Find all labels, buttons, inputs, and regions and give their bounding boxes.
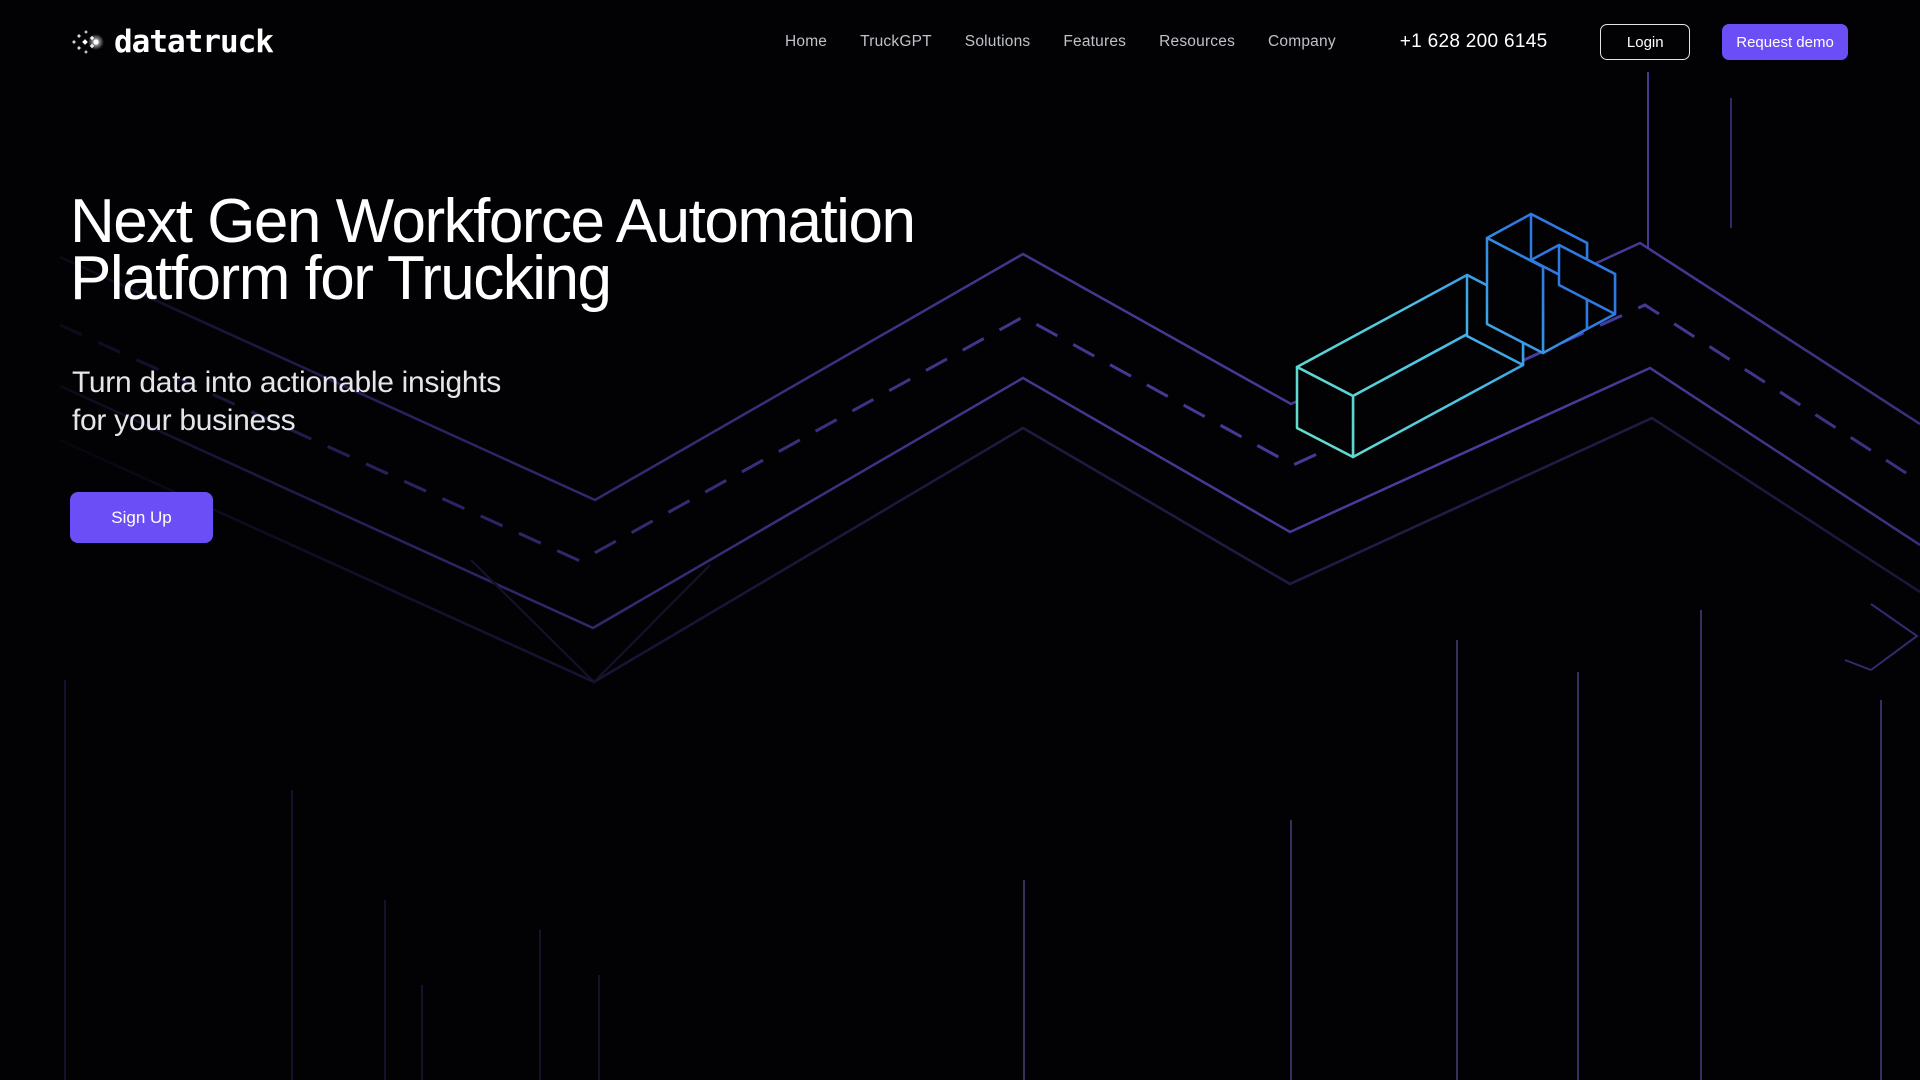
page-title-line2: Platform for Trucking (70, 250, 970, 307)
main-nav: Home TruckGPT Solutions Features Resourc… (785, 33, 1336, 51)
request-demo-button[interactable]: Request demo (1722, 24, 1848, 60)
hero-subtitle-line2: for your business (72, 402, 501, 440)
truck-wireframe (1297, 214, 1615, 457)
road-vertical-lines (1648, 72, 1731, 248)
hero-road-illustration (0, 0, 1920, 1080)
nav-item-company[interactable]: Company (1268, 33, 1336, 51)
nav-item-solutions[interactable]: Solutions (965, 33, 1031, 51)
nav-item-resources[interactable]: Resources (1159, 33, 1235, 51)
phone-number-link[interactable]: +1 628 200 6145 (1400, 31, 1548, 53)
hero-subtitle-line1: Turn data into actionable insights (72, 364, 501, 402)
landing-page: datatruck Home TruckGPT Solutions Featur… (0, 0, 1920, 1080)
edge-chevron (1845, 604, 1917, 670)
sparkle-burst-icon (66, 22, 106, 62)
login-button[interactable]: Login (1600, 24, 1690, 60)
page-title-line1: Next Gen Workforce Automation (70, 193, 970, 250)
page-title: Next Gen Workforce Automation Platform f… (70, 193, 970, 307)
skyline-lines-faint (65, 560, 710, 1080)
brand-wordmark: datatruck (114, 24, 273, 60)
nav-item-truckgpt[interactable]: TruckGPT (860, 33, 932, 51)
logo-link[interactable]: datatruck (66, 22, 273, 62)
hero-subtitle: Turn data into actionable insights for y… (72, 364, 501, 440)
nav-item-features[interactable]: Features (1063, 33, 1126, 51)
signup-button[interactable]: Sign Up (70, 492, 213, 543)
top-navigation-bar: datatruck Home TruckGPT Solutions Featur… (0, 0, 1920, 84)
skyline-lines (1024, 610, 1881, 1080)
nav-item-home[interactable]: Home (785, 33, 827, 51)
